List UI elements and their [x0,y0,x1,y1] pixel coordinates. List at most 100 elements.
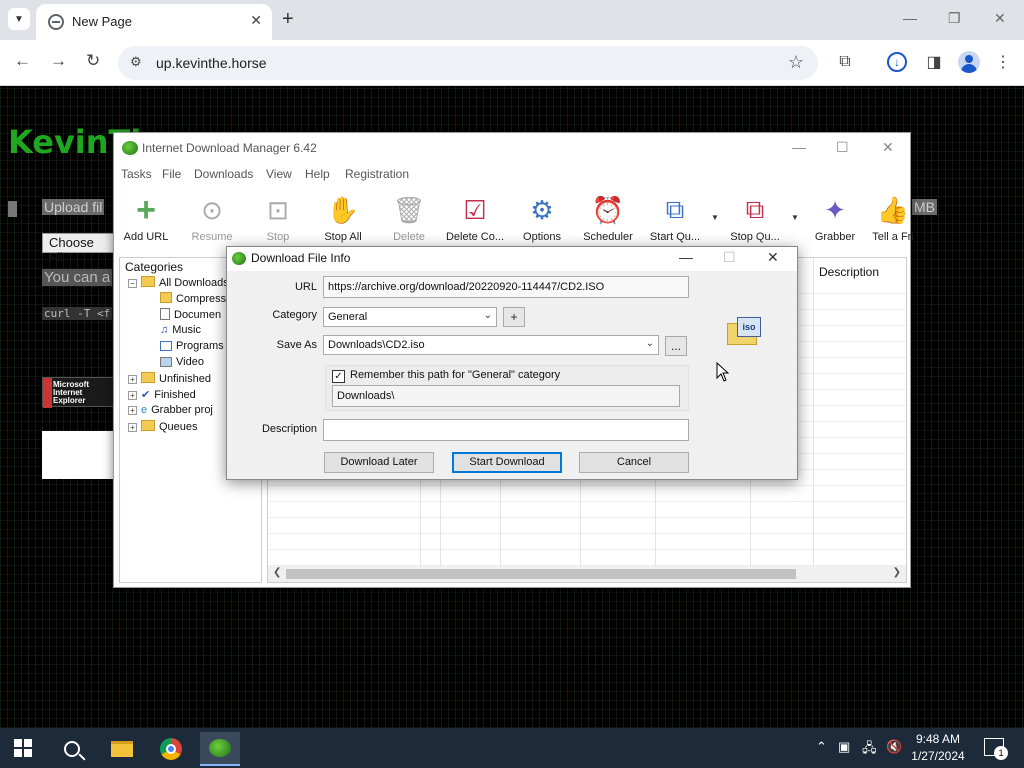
scheduler-button[interactable]: ⏰ Scheduler [573,193,643,251]
options-button[interactable]: ⚙ Options [507,193,577,251]
stop-queue-dropdown-icon[interactable]: ▼ [791,213,799,222]
description-field[interactable] [323,419,689,441]
show-hidden-icons[interactable]: ⌃ [816,739,827,755]
category-select[interactable]: General ⌄ [323,307,497,327]
hand-icon: ✋ [326,194,360,225]
remember-path-group: ✓ Remember this path for "General" categ… [325,365,689,411]
category-grabber-projects[interactable]: + e Grabber proj [128,404,213,416]
category-music[interactable]: ♫ Music [160,324,201,336]
idm-titlebar: Internet Download Manager 6.42 — ☐ ✕ [114,133,910,163]
chrome-taskbar-button[interactable] [151,732,191,766]
description-column-header[interactable]: Description [819,265,879,279]
video-icon [160,357,172,367]
idm-taskbar-button[interactable] [200,732,240,766]
side-panel-icon[interactable]: ◨ [922,50,946,74]
scrollbar-thumb[interactable] [286,569,796,579]
reload-button[interactable]: ↻ [86,51,100,71]
menu-tasks[interactable]: Tasks [121,167,152,181]
file-explorer-button[interactable] [102,732,142,766]
category-queues[interactable]: + Queues [128,420,198,433]
cancel-button[interactable]: Cancel [579,452,689,473]
browser-tab[interactable]: New Page ✕ [36,4,272,40]
start-download-button[interactable]: Start Download [452,452,562,473]
category-select-value: General [328,311,368,323]
collapse-icon[interactable]: − [128,279,137,288]
category-video[interactable]: Video [160,356,204,368]
restore-button[interactable]: ❐ [948,10,961,27]
url-field[interactable]: https://archive.org/download/20220920-11… [323,276,689,298]
tell-a-friend-button[interactable]: 👍 Tell a Fri [858,193,928,251]
delete-completed-icon: ☑ [463,194,487,225]
new-tab-button[interactable]: + [282,8,294,30]
tray-app-icon[interactable]: ▣ [838,739,850,755]
tab-title: New Page [72,14,132,29]
stop-queue-button[interactable]: ⧉ Stop Qu... [720,193,790,251]
tab-close-button[interactable]: ✕ [250,12,262,29]
forward-button[interactable]: → [50,51,67,71]
remember-path-label[interactable]: Remember this path for "General" categor… [350,369,560,381]
url-text[interactable]: up.kevinthe.horse [156,55,267,71]
expand-icon[interactable]: + [128,423,137,432]
choose-file-button[interactable]: Choose Fil [42,233,114,265]
remember-path-checkbox[interactable]: ✓ [332,370,345,383]
browse-button[interactable]: ... [665,336,687,356]
category-label: Finished [154,389,196,401]
notification-count: 1 [994,746,1008,760]
category-documents[interactable]: Documen [160,308,221,321]
bookmark-star-icon[interactable]: ☆ [788,52,804,73]
menu-downloads[interactable]: Downloads [194,167,253,181]
start-button[interactable] [14,739,32,757]
download-later-button[interactable]: Download Later [324,452,434,473]
ie-badge[interactable]: Microsoft Internet Explorer [42,377,114,408]
idm-maximize-button[interactable]: ☐ [836,139,849,156]
menu-kebab-icon[interactable]: ⋮ [991,50,1015,74]
category-compressed[interactable]: Compress [160,292,226,305]
dialog-titlebar: Download File Info — ☐ ✕ [227,247,797,271]
folder-icon [111,741,133,757]
start-queue-dropdown-icon[interactable]: ▼ [711,213,719,222]
downloads-button[interactable]: ↓ [885,50,909,74]
expand-icon[interactable]: + [128,391,137,400]
menu-view[interactable]: View [266,167,292,181]
expand-icon[interactable]: + [128,406,137,415]
extensions-icon[interactable]: ⧉ [833,50,857,74]
idm-close-button[interactable]: ✕ [882,139,894,156]
menu-file[interactable]: File [162,167,181,181]
category-programs[interactable]: Programs [160,340,224,352]
tab-search-button[interactable]: ▼ [8,8,30,30]
horizontal-scrollbar[interactable]: ❮ ❯ [268,566,906,582]
start-queue-button[interactable]: ⧉ Start Qu... [640,193,710,251]
menu-help[interactable]: Help [305,167,330,181]
clock-date[interactable]: 1/27/2024 [908,749,968,763]
add-category-button[interactable]: + [503,307,525,327]
dialog-minimize-button[interactable]: — [679,249,693,265]
chevron-down-icon: ⌄ [645,338,654,349]
back-button[interactable]: ← [14,51,31,71]
delete-button[interactable]: 🗑 Delete [374,193,444,251]
delete-completed-button[interactable]: ☑ Delete Co... [440,193,510,251]
scroll-right-icon[interactable]: ❯ [893,567,901,578]
window-close-button[interactable]: ✕ [994,10,1006,27]
scroll-left-icon[interactable]: ❮ [273,567,281,578]
idm-minimize-button[interactable]: — [792,139,806,155]
stop-all-button[interactable]: ✋ Stop All [308,193,378,251]
stop-button[interactable]: ⊡ Stop [243,193,313,251]
category-finished[interactable]: + ✔ Finished [128,388,196,401]
volume-muted-icon[interactable]: 🔇 [886,739,902,755]
expand-icon[interactable]: + [128,375,137,384]
save-as-select[interactable]: Downloads\CD2.iso ⌄ [323,335,659,355]
search-button[interactable] [52,732,92,766]
minimize-button[interactable]: — [903,10,917,26]
category-unfinished[interactable]: + Unfinished [128,372,211,385]
address-bar[interactable]: ⚙ up.kevinthe.horse ☆ [118,46,818,80]
profile-button[interactable] [957,50,981,74]
resume-button[interactable]: ⊙ Resume [177,193,247,251]
add-url-button[interactable]: + Add URL [111,191,181,251]
network-icon[interactable]: 🖧 [862,739,877,761]
category-all-downloads[interactable]: − All Downloads [128,276,229,289]
saved-path-field[interactable]: Downloads\ [332,385,680,407]
menu-registration[interactable]: Registration [345,167,409,181]
site-info-icon[interactable]: ⚙ [130,54,142,70]
dialog-close-button[interactable]: ✕ [767,249,779,266]
clock-time[interactable]: 9:48 AM [908,732,968,746]
